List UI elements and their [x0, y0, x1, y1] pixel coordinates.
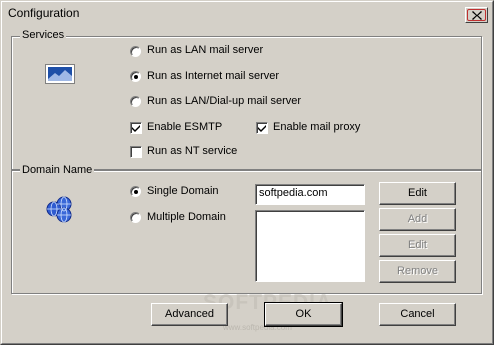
remove-domain-button-label: Remove — [397, 265, 438, 277]
label-lan-dialup-mail-server: Run as LAN/Dial-up mail server — [147, 95, 302, 107]
title-bar[interactable]: Configuration — [4, 4, 490, 23]
edit-domain-button[interactable]: Edit — [379, 234, 456, 257]
single-domain-input[interactable]: softpedia.com — [255, 184, 365, 205]
label-enable-esmtp: Enable ESMTP — [147, 121, 223, 133]
checkbox-enable-esmtp[interactable] — [130, 122, 142, 134]
edit-single-domain-button-label: Edit — [408, 187, 427, 199]
add-domain-button-label: Add — [407, 213, 428, 225]
mail-server-icon — [45, 64, 75, 84]
ok-button[interactable]: OK — [264, 302, 343, 327]
label-internet-mail-server: Run as Internet mail server — [147, 70, 280, 82]
multiple-domain-list[interactable] — [255, 210, 365, 282]
radio-lan-dialup-mail-server[interactable] — [130, 96, 141, 107]
close-icon — [472, 11, 482, 20]
radio-lan-mail-server[interactable] — [130, 46, 141, 57]
label-run-as-nt-service: Run as NT service — [147, 145, 238, 157]
checkmark-icon — [132, 125, 140, 132]
close-button[interactable] — [465, 7, 488, 23]
checkbox-run-as-nt-service[interactable] — [130, 146, 142, 158]
configuration-dialog: Configuration Services Run as LAN mail s… — [0, 0, 494, 345]
cancel-button[interactable]: Cancel — [379, 303, 456, 326]
services-group-label: Services — [20, 29, 67, 41]
ok-button-label: OK — [295, 308, 312, 320]
radio-internet-mail-server[interactable] — [130, 71, 141, 82]
edit-domain-button-label: Edit — [408, 239, 427, 251]
label-single-domain: Single Domain — [147, 185, 219, 197]
advanced-button[interactable]: Advanced — [151, 303, 228, 326]
remove-domain-button[interactable]: Remove — [379, 260, 456, 283]
radio-multiple-domain[interactable] — [130, 212, 141, 223]
label-lan-mail-server: Run as LAN mail server — [147, 44, 264, 56]
single-domain-value: softpedia.com — [259, 187, 328, 199]
edit-single-domain-button[interactable]: Edit — [379, 182, 456, 205]
add-domain-button[interactable]: Add — [379, 208, 456, 231]
label-enable-mail-proxy: Enable mail proxy — [273, 121, 361, 133]
label-multiple-domain: Multiple Domain — [147, 211, 226, 223]
radio-single-domain[interactable] — [130, 186, 141, 197]
cancel-button-label: Cancel — [400, 308, 435, 320]
advanced-button-label: Advanced — [165, 308, 214, 320]
domain-name-group-label: Domain Name — [20, 164, 95, 176]
checkmark-icon — [258, 125, 266, 132]
checkbox-enable-mail-proxy[interactable] — [256, 122, 268, 134]
domains-globe-icon — [46, 196, 72, 223]
window-title: Configuration — [8, 6, 80, 20]
